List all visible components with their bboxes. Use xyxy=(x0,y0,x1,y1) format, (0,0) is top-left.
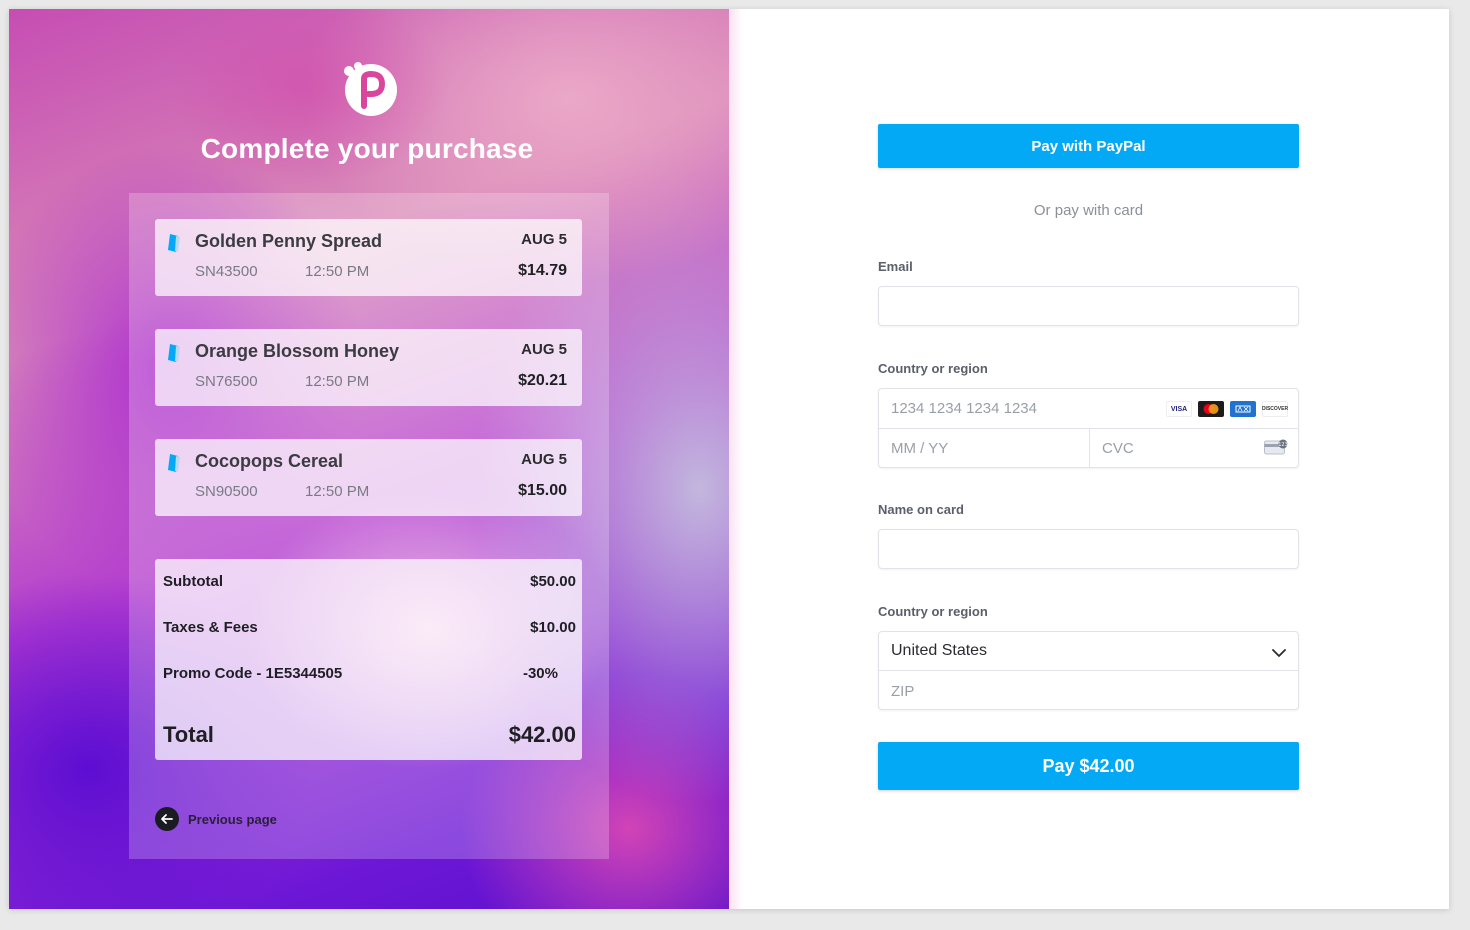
item-date: AUG 5 xyxy=(521,231,567,248)
subtotal-row: Subtotal $50.00 xyxy=(163,573,576,590)
item-time: 12:50 PM xyxy=(305,263,370,280)
taxes-value: $10.00 xyxy=(530,619,576,636)
chevron-down-icon xyxy=(1272,645,1286,663)
item-price: $20.21 xyxy=(518,372,567,389)
email-field[interactable] xyxy=(879,287,1298,325)
checkout-window: Complete your purchase Golden Penny Spre… xyxy=(9,9,1449,909)
item-time: 12:50 PM xyxy=(305,483,370,500)
page-title: Complete your purchase xyxy=(200,133,534,164)
item-name: Orange Blossom Honey xyxy=(195,341,400,361)
email-label: Email xyxy=(878,259,913,274)
order-item: Orange Blossom Honey SN76500 12:50 PM AU… xyxy=(155,329,582,406)
zip-input[interactable] xyxy=(879,672,1298,710)
country-select[interactable]: United States xyxy=(879,632,1298,671)
card-label: Country or region xyxy=(878,361,988,376)
visa-icon: VISA xyxy=(1166,401,1192,417)
item-sku: SN43500 xyxy=(195,263,258,280)
item-sku: SN76500 xyxy=(195,373,258,390)
ticket-icon xyxy=(166,233,182,253)
cvc-input[interactable] xyxy=(1090,429,1250,467)
promo-row: Promo Code - 1E5344505 -30% xyxy=(163,665,576,682)
p-logo-icon xyxy=(341,59,399,117)
payment-panel: Pay with PayPal Or pay with card Email C… xyxy=(729,9,1449,909)
ticket-icon xyxy=(166,343,182,363)
item-name: Cocopops Cereal xyxy=(195,451,344,471)
taxes-row: Taxes & Fees $10.00 xyxy=(163,619,576,636)
arrow-left-icon xyxy=(155,807,179,831)
name-on-card-field[interactable] xyxy=(879,530,1298,568)
or-pay-with-card-text: Or pay with card xyxy=(1033,202,1144,219)
order-summary-panel: Golden Penny Spread SN43500 12:50 PM AUG… xyxy=(129,193,609,859)
item-sku: SN90500 xyxy=(195,483,258,500)
previous-page-label: Previous page xyxy=(188,811,277,827)
item-name: Golden Penny Spread xyxy=(195,231,383,251)
order-item: Golden Penny Spread SN43500 12:50 PM AUG… xyxy=(155,219,582,296)
mastercard-icon xyxy=(1198,401,1224,417)
svg-text:123: 123 xyxy=(1278,442,1288,448)
country-select-value: United States xyxy=(891,642,988,659)
price-summary: Subtotal $50.00 Taxes & Fees $10.00 Prom… xyxy=(155,559,582,760)
card-field-group: VISA DISCOVER xyxy=(878,388,1299,468)
ticket-icon xyxy=(166,453,182,473)
item-date: AUG 5 xyxy=(521,341,567,358)
pay-with-paypal-button[interactable]: Pay with PayPal xyxy=(878,124,1299,168)
card-number-input[interactable] xyxy=(879,389,1159,428)
subtotal-value: $50.00 xyxy=(530,573,576,590)
country-label: Country or region xyxy=(878,604,988,619)
total-value: $42.00 xyxy=(508,722,576,747)
subtotal-label: Subtotal xyxy=(163,573,223,590)
item-price: $15.00 xyxy=(518,482,567,499)
previous-page-link[interactable]: Previous page xyxy=(155,807,277,831)
total-row: Total $42.00 xyxy=(163,722,576,748)
item-price: $14.79 xyxy=(518,262,567,279)
amex-icon xyxy=(1230,401,1256,417)
promo-label: Promo Code - 1E5344505 xyxy=(163,665,343,682)
discover-icon: DISCOVER xyxy=(1262,401,1288,417)
expiry-input[interactable] xyxy=(879,429,1089,468)
item-date: AUG 5 xyxy=(521,451,567,468)
item-time: 12:50 PM xyxy=(305,373,370,390)
promo-value: -30% xyxy=(522,665,558,682)
pay-button[interactable]: Pay $42.00 xyxy=(878,742,1299,790)
cvc-card-icon: 123 xyxy=(1264,439,1288,460)
card-brands: VISA DISCOVER xyxy=(1166,401,1288,417)
order-item: Cocopops Cereal SN90500 12:50 PM AUG 5 $… xyxy=(155,439,582,516)
name-on-card-label: Name on card xyxy=(878,502,964,517)
country-zip-group: United States xyxy=(878,631,1299,710)
taxes-label: Taxes & Fees xyxy=(163,619,258,636)
email-field-wrapper xyxy=(878,286,1299,326)
total-label: Total xyxy=(163,722,214,747)
name-field-wrapper xyxy=(878,529,1299,569)
